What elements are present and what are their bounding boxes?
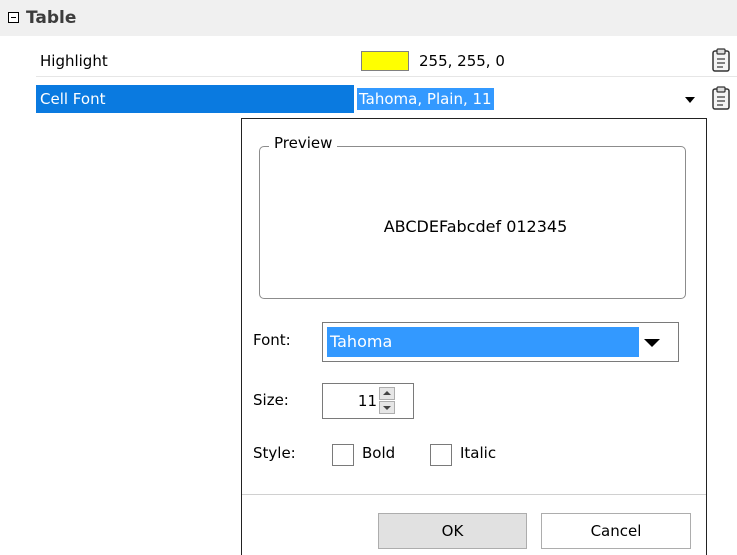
group-header-table[interactable]: Table: [0, 0, 737, 36]
property-value[interactable]: 255, 255, 0: [357, 47, 701, 75]
spinner-buttons: [379, 387, 395, 415]
font-select[interactable]: Tahoma: [322, 322, 679, 362]
font-select-value: Tahoma: [327, 327, 639, 357]
cancel-button[interactable]: Cancel: [541, 513, 691, 549]
font-value-dropdown[interactable]: Tahoma, Plain, 11: [357, 85, 701, 113]
spin-up-icon[interactable]: [379, 387, 395, 400]
preview-sample-text: ABCDEFabcdef 012345: [383, 217, 568, 236]
color-value-text: 255, 255, 0: [419, 52, 505, 70]
property-editor: Table Highlight 255, 255, 0 Cell Font Ta…: [0, 0, 737, 555]
property-row-cell-font[interactable]: Cell Font Tahoma, Plain, 11: [36, 85, 737, 113]
font-label: Font:: [253, 331, 291, 349]
style-label: Style:: [253, 444, 296, 462]
size-spinner[interactable]: 11: [322, 383, 414, 419]
size-value[interactable]: 11: [323, 384, 377, 418]
ok-button[interactable]: OK: [378, 513, 527, 549]
row-divider: [36, 76, 737, 77]
bold-checkbox[interactable]: [332, 444, 354, 466]
clipboard-icon[interactable]: [711, 48, 731, 72]
size-label: Size:: [253, 391, 289, 409]
property-name: Cell Font: [36, 85, 354, 113]
spin-down-icon[interactable]: [379, 401, 395, 414]
property-row-highlight[interactable]: Highlight 255, 255, 0: [36, 47, 737, 75]
bold-label: Bold: [362, 444, 396, 462]
color-swatch[interactable]: [361, 51, 409, 71]
collapse-icon[interactable]: [8, 12, 19, 23]
italic-label: Italic: [460, 444, 497, 462]
property-name: Highlight: [36, 47, 354, 75]
font-value-text: Tahoma, Plain, 11: [357, 88, 494, 110]
chevron-down-icon[interactable]: [644, 339, 660, 347]
chevron-down-icon[interactable]: [685, 97, 695, 103]
preview-legend: Preview: [269, 134, 338, 152]
button-divider: [242, 494, 706, 495]
clipboard-icon[interactable]: [711, 86, 731, 110]
italic-checkbox[interactable]: [430, 444, 452, 466]
font-chooser-popup: Preview ABCDEFabcdef 012345 Font: Tahoma…: [241, 118, 707, 555]
group-label: Table: [26, 8, 77, 28]
